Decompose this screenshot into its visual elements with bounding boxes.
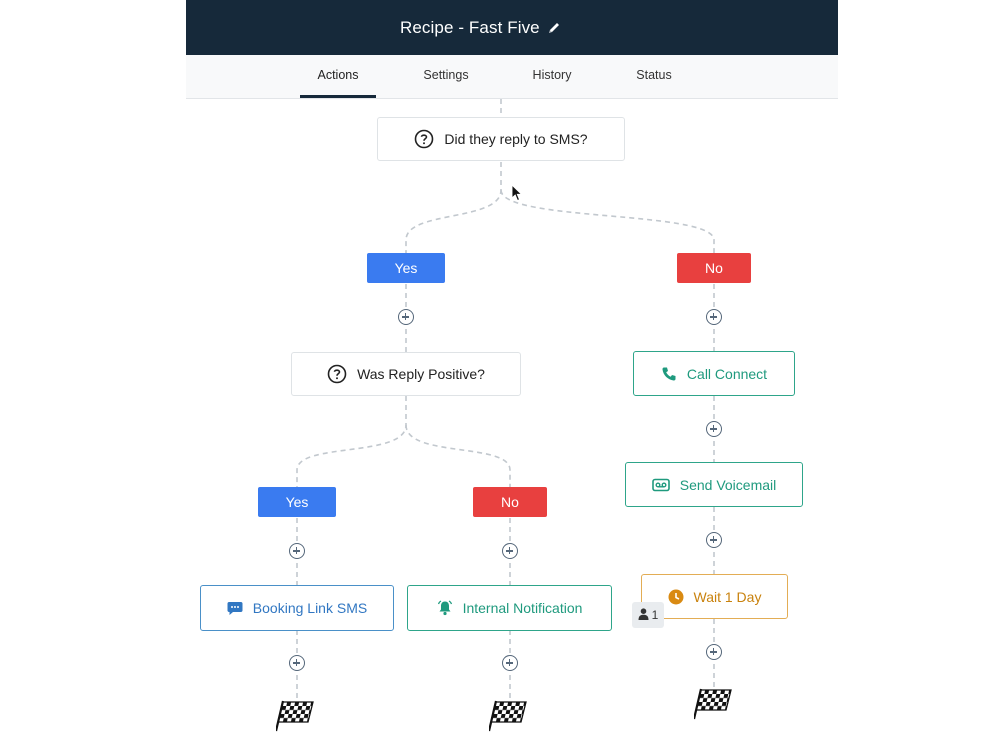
person-icon	[638, 607, 649, 623]
add-step-button[interactable]	[706, 309, 722, 325]
chat-bubble-icon	[227, 601, 243, 616]
decision-label: Was Reply Positive?	[357, 366, 485, 382]
checkered-flag-icon	[489, 700, 527, 732]
checkered-flag-icon	[276, 700, 314, 732]
action-booking-link-sms[interactable]: Booking Link SMS	[200, 585, 394, 631]
decision-label: Did they reply to SMS?	[444, 131, 588, 147]
add-step-button[interactable]	[289, 543, 305, 559]
phone-icon	[661, 366, 677, 382]
contacts-count-badge[interactable]: 1	[632, 602, 664, 628]
branch-yes-pill[interactable]: Yes	[258, 487, 336, 517]
voicemail-icon	[651, 478, 670, 492]
add-step-button[interactable]	[398, 309, 414, 325]
question-circle-icon	[414, 129, 434, 149]
action-call-connect[interactable]: Call Connect	[633, 351, 795, 396]
action-label: Send Voicemail	[679, 476, 777, 493]
flow-canvas: Did they reply to SMS? Yes No Was Reply …	[0, 0, 1000, 750]
branch-no-pill[interactable]: No	[473, 487, 547, 517]
checkered-flag-icon	[694, 688, 732, 720]
add-step-button[interactable]	[706, 421, 722, 437]
decision-was-reply-positive[interactable]: Was Reply Positive?	[291, 352, 521, 396]
action-label: Wait 1 Day	[693, 588, 762, 605]
bell-icon	[437, 600, 453, 616]
add-step-button[interactable]	[706, 644, 722, 660]
contacts-count: 1	[651, 608, 659, 622]
add-step-button[interactable]	[289, 655, 305, 671]
add-step-button[interactable]	[706, 532, 722, 548]
mouse-cursor-icon	[511, 184, 523, 202]
question-circle-icon	[327, 364, 347, 384]
branch-no-pill[interactable]: No	[677, 253, 751, 283]
add-step-button[interactable]	[502, 655, 518, 671]
action-label: Internal Notification	[462, 600, 583, 616]
action-send-voicemail[interactable]: Send Voicemail	[625, 462, 803, 507]
add-step-button[interactable]	[502, 543, 518, 559]
action-label: Call Connect	[686, 365, 768, 382]
branch-yes-pill[interactable]: Yes	[367, 253, 445, 283]
action-internal-notification[interactable]: Internal Notification	[407, 585, 612, 631]
clock-icon	[668, 589, 684, 605]
decision-did-they-reply[interactable]: Did they reply to SMS?	[377, 117, 625, 161]
action-label: Booking Link SMS	[252, 600, 368, 616]
